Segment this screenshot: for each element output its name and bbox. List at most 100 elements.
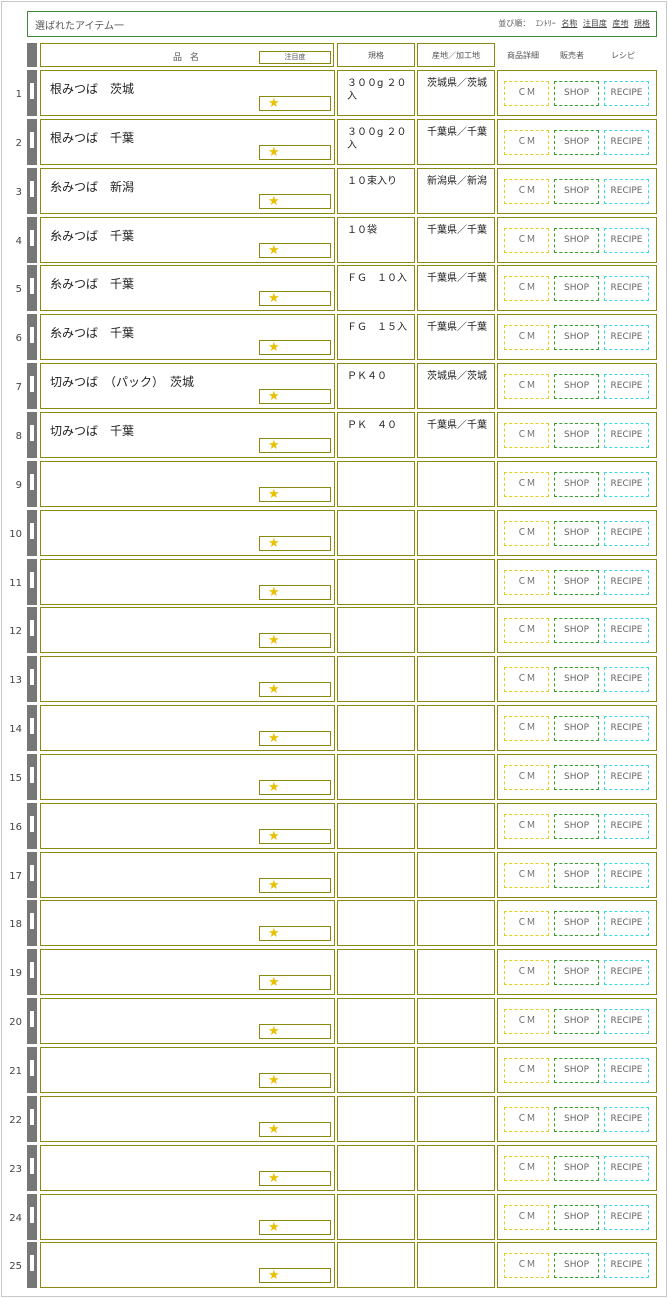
recipe-button[interactable]: RECIPE: [604, 228, 649, 253]
cm-button[interactable]: ＣＭ: [504, 667, 549, 692]
recipe-button[interactable]: RECIPE: [604, 911, 649, 936]
star-icon[interactable]: ★: [268, 145, 280, 161]
star-icon[interactable]: ★: [268, 878, 280, 894]
row-select-handle[interactable]: [27, 852, 37, 898]
cm-button[interactable]: ＣＭ: [504, 81, 549, 106]
row-select-handle[interactable]: [27, 607, 37, 653]
cm-button[interactable]: ＣＭ: [504, 521, 549, 546]
attention-rating[interactable]: ★: [259, 438, 331, 453]
recipe-button[interactable]: RECIPE: [604, 716, 649, 741]
star-icon[interactable]: ★: [268, 536, 280, 552]
cm-button[interactable]: ＣＭ: [504, 570, 549, 595]
shop-button[interactable]: SHOP: [554, 374, 599, 399]
row-select-handle[interactable]: [27, 803, 37, 849]
cm-button[interactable]: ＣＭ: [504, 863, 549, 888]
row-select-handle[interactable]: [27, 949, 37, 995]
star-icon[interactable]: ★: [268, 633, 280, 649]
attention-rating[interactable]: ★: [259, 1171, 331, 1186]
star-icon[interactable]: ★: [268, 1171, 280, 1187]
star-icon[interactable]: ★: [268, 682, 280, 698]
shop-button[interactable]: SHOP: [554, 570, 599, 595]
attention-rating[interactable]: ★: [259, 194, 331, 209]
row-select-handle[interactable]: [27, 217, 37, 263]
star-icon[interactable]: ★: [268, 780, 280, 796]
row-select-handle[interactable]: [27, 168, 37, 214]
shop-button[interactable]: SHOP: [554, 618, 599, 643]
shop-button[interactable]: SHOP: [554, 814, 599, 839]
recipe-button[interactable]: RECIPE: [604, 1107, 649, 1132]
row-select-handle[interactable]: [27, 119, 37, 165]
attention-rating[interactable]: ★: [259, 1122, 331, 1137]
recipe-button[interactable]: RECIPE: [604, 81, 649, 106]
shop-button[interactable]: SHOP: [554, 179, 599, 204]
row-select-handle[interactable]: [27, 461, 37, 507]
row-select-handle[interactable]: [27, 754, 37, 800]
attention-rating[interactable]: ★: [259, 682, 331, 697]
cm-button[interactable]: ＣＭ: [504, 276, 549, 301]
cm-button[interactable]: ＣＭ: [504, 1058, 549, 1083]
row-select-handle[interactable]: [27, 510, 37, 556]
cm-button[interactable]: ＣＭ: [504, 618, 549, 643]
row-select-handle[interactable]: [27, 412, 37, 458]
attention-rating[interactable]: ★: [259, 878, 331, 893]
shop-button[interactable]: SHOP: [554, 81, 599, 106]
star-icon[interactable]: ★: [268, 926, 280, 942]
shop-button[interactable]: SHOP: [554, 1156, 599, 1181]
attention-rating[interactable]: ★: [259, 585, 331, 600]
recipe-button[interactable]: RECIPE: [604, 276, 649, 301]
star-icon[interactable]: ★: [268, 1220, 280, 1236]
row-select-handle[interactable]: [27, 363, 37, 409]
cm-button[interactable]: ＣＭ: [504, 325, 549, 350]
recipe-button[interactable]: RECIPE: [604, 472, 649, 497]
row-select-handle[interactable]: [27, 1047, 37, 1093]
row-select-handle[interactable]: [27, 1242, 37, 1288]
cm-button[interactable]: ＣＭ: [504, 765, 549, 790]
shop-button[interactable]: SHOP: [554, 960, 599, 985]
sort-name-link[interactable]: 名称: [561, 19, 577, 28]
attention-rating[interactable]: ★: [259, 829, 331, 844]
star-icon[interactable]: ★: [268, 1024, 280, 1040]
cm-button[interactable]: ＣＭ: [504, 716, 549, 741]
shop-button[interactable]: SHOP: [554, 1009, 599, 1034]
star-icon[interactable]: ★: [268, 731, 280, 747]
attention-rating[interactable]: ★: [259, 1024, 331, 1039]
attention-rating[interactable]: ★: [259, 243, 331, 258]
shop-button[interactable]: SHOP: [554, 667, 599, 692]
shop-button[interactable]: SHOP: [554, 1058, 599, 1083]
recipe-button[interactable]: RECIPE: [604, 570, 649, 595]
star-icon[interactable]: ★: [268, 829, 280, 845]
row-select-handle[interactable]: [27, 559, 37, 605]
cm-button[interactable]: ＣＭ: [504, 911, 549, 936]
recipe-button[interactable]: RECIPE: [604, 1009, 649, 1034]
star-icon[interactable]: ★: [268, 194, 280, 210]
attention-rating[interactable]: ★: [259, 96, 331, 111]
star-icon[interactable]: ★: [268, 975, 280, 991]
cm-button[interactable]: ＣＭ: [504, 960, 549, 985]
row-select-handle[interactable]: [27, 1194, 37, 1240]
attention-rating[interactable]: ★: [259, 1220, 331, 1235]
attention-rating[interactable]: ★: [259, 926, 331, 941]
recipe-button[interactable]: RECIPE: [604, 1253, 649, 1278]
shop-button[interactable]: SHOP: [554, 911, 599, 936]
star-icon[interactable]: ★: [268, 243, 280, 259]
recipe-button[interactable]: RECIPE: [604, 863, 649, 888]
recipe-button[interactable]: RECIPE: [604, 814, 649, 839]
star-icon[interactable]: ★: [268, 291, 280, 307]
shop-button[interactable]: SHOP: [554, 276, 599, 301]
attention-rating[interactable]: ★: [259, 1073, 331, 1088]
row-select-handle[interactable]: [27, 705, 37, 751]
attention-rating[interactable]: ★: [259, 731, 331, 746]
row-select-handle[interactable]: [27, 1145, 37, 1191]
attention-rating[interactable]: ★: [259, 145, 331, 160]
recipe-button[interactable]: RECIPE: [604, 667, 649, 692]
shop-button[interactable]: SHOP: [554, 863, 599, 888]
star-icon[interactable]: ★: [268, 340, 280, 356]
cm-button[interactable]: ＣＭ: [504, 179, 549, 204]
attention-rating[interactable]: ★: [259, 536, 331, 551]
shop-button[interactable]: SHOP: [554, 325, 599, 350]
attention-rating[interactable]: ★: [259, 487, 331, 502]
row-select-handle[interactable]: [27, 314, 37, 360]
shop-button[interactable]: SHOP: [554, 423, 599, 448]
attention-rating[interactable]: ★: [259, 340, 331, 355]
recipe-button[interactable]: RECIPE: [604, 521, 649, 546]
